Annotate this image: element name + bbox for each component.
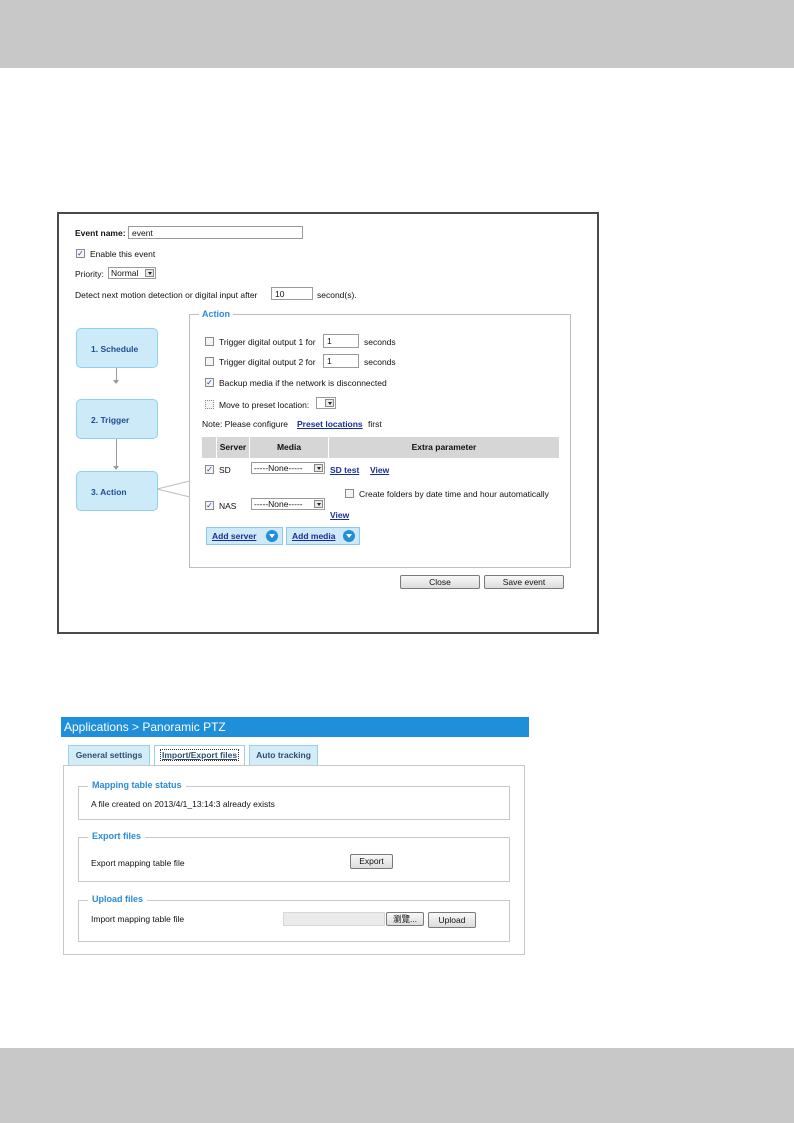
server-sd-label: SD	[219, 465, 231, 475]
sd-media-select[interactable]: -----None-----	[251, 462, 325, 474]
server-nas-checkbox[interactable]: ✓	[205, 501, 214, 510]
save-event-button[interactable]: Save event	[484, 575, 564, 589]
backup-media-checkbox[interactable]: ✓	[205, 378, 214, 387]
tab-label: General settings	[75, 750, 143, 760]
export-legend: Export files	[88, 831, 146, 841]
preset-location-select[interactable]	[316, 397, 336, 409]
chevron-down-icon	[343, 530, 355, 542]
priority-label: Priority:	[75, 269, 104, 279]
priority-value: Normal	[111, 268, 139, 278]
enable-event-checkbox[interactable]: ✓	[76, 249, 85, 258]
create-folders-label: Create folders by date time and hour aut…	[359, 489, 549, 499]
tab-label: Auto tracking	[256, 750, 311, 760]
column-divider	[216, 437, 217, 458]
create-folders-checkbox[interactable]	[345, 489, 354, 498]
import-export-panel: Mapping table status A file created on 2…	[63, 765, 525, 955]
trigger-do2-input[interactable]: 1	[323, 354, 359, 368]
import-label: Import mapping table file	[91, 914, 185, 924]
upload-files-fieldset: Upload files Import mapping table file 瀏…	[78, 894, 510, 942]
event-name-input[interactable]: event	[128, 226, 303, 239]
arrow-down-icon	[113, 466, 119, 470]
mapping-table-fieldset: Mapping table status A file created on 2…	[78, 780, 510, 820]
server-nas-label: NAS	[219, 501, 237, 511]
trigger-do1-input[interactable]: 1	[323, 334, 359, 348]
tab-auto-tracking[interactable]: Auto tracking	[249, 745, 318, 766]
detect-label: Detect next motion detection or digital …	[75, 290, 258, 300]
nas-view-link[interactable]: View	[330, 510, 349, 520]
trigger-do2-label: Trigger digital output 2 for	[219, 357, 316, 367]
chevron-down-icon	[314, 500, 323, 508]
seconds-label: seconds	[364, 357, 396, 367]
server-sd-checkbox[interactable]: ✓	[205, 465, 214, 474]
note-text: Note: Please configure	[202, 419, 288, 429]
step-trigger[interactable]: 2. Trigger	[76, 399, 158, 439]
export-files-fieldset: Export files Export mapping table file E…	[78, 831, 510, 882]
step-pointer	[157, 480, 191, 498]
preset-location-label: Move to preset location:	[219, 400, 310, 410]
trigger-do1-label: Trigger digital output 1 for	[219, 337, 316, 347]
step-connector	[116, 439, 117, 469]
trigger-do2-checkbox[interactable]	[205, 357, 214, 366]
page-title: Applications > Panoramic PTZ	[61, 717, 529, 737]
close-button[interactable]: Close	[400, 575, 480, 589]
upload-button[interactable]: Upload	[428, 912, 476, 928]
export-button[interactable]: Export	[350, 854, 393, 869]
tab-import-export-files[interactable]: Import/Export files	[154, 745, 245, 766]
mapping-legend: Mapping table status	[88, 780, 186, 790]
chevron-down-icon	[266, 530, 278, 542]
chevron-down-icon	[145, 269, 154, 277]
chevron-down-icon	[314, 464, 323, 472]
sd-view-link[interactable]: View	[370, 465, 389, 475]
action-legend: Action	[199, 309, 233, 319]
backup-media-label: Backup media if the network is disconnec…	[219, 378, 387, 388]
preset-location-checkbox[interactable]	[205, 400, 214, 409]
file-path-input[interactable]	[283, 912, 385, 926]
step-schedule[interactable]: 1. Schedule	[76, 328, 158, 368]
top-gray-band	[0, 0, 794, 68]
trigger-do1-checkbox[interactable]	[205, 337, 214, 346]
tab-label: Import/Export files	[159, 749, 240, 761]
chevron-down-icon	[325, 399, 334, 407]
server-table-header: Server Media Extra parameter	[202, 437, 559, 458]
bottom-gray-band	[0, 1048, 794, 1123]
enable-event-label: Enable this event	[90, 249, 156, 259]
step-action[interactable]: 3. Action	[76, 471, 158, 511]
nas-media-select[interactable]: -----None-----	[251, 498, 325, 510]
priority-select[interactable]: Normal	[108, 267, 156, 279]
preset-locations-link[interactable]: Preset locations	[297, 419, 363, 429]
export-label: Export mapping table file	[91, 858, 185, 868]
upload-legend: Upload files	[88, 894, 148, 904]
seconds-label: seconds	[364, 337, 396, 347]
add-server-button[interactable]: Add server	[206, 527, 283, 545]
action-fieldset: Action Trigger digital output 1 for 1 se…	[189, 309, 571, 568]
add-server-label: Add server	[212, 531, 257, 541]
sd-test-link[interactable]: SD test	[330, 465, 359, 475]
detect-interval-input[interactable]: 10	[271, 287, 313, 300]
sd-media-value: -----None-----	[254, 463, 303, 473]
nas-media-value: -----None-----	[254, 499, 303, 509]
detect-unit: second(s).	[317, 290, 357, 300]
column-header: Server	[219, 442, 247, 452]
add-media-label: Add media	[292, 531, 336, 541]
browse-button[interactable]: 瀏覽...	[386, 912, 424, 926]
event-settings-window: Event name: event ✓ Enable this event Pr…	[57, 212, 599, 634]
add-media-button[interactable]: Add media	[286, 527, 360, 545]
note-suffix: first	[368, 419, 382, 429]
mapping-status-text: A file created on 2013/4/1_13:14:3 alrea…	[91, 799, 275, 809]
column-header: Media	[276, 442, 302, 452]
event-name-label: Event name:	[75, 228, 126, 238]
tab-general-settings[interactable]: General settings	[68, 745, 150, 766]
arrow-down-icon	[113, 380, 119, 384]
column-header: Extra parameter	[411, 442, 477, 452]
